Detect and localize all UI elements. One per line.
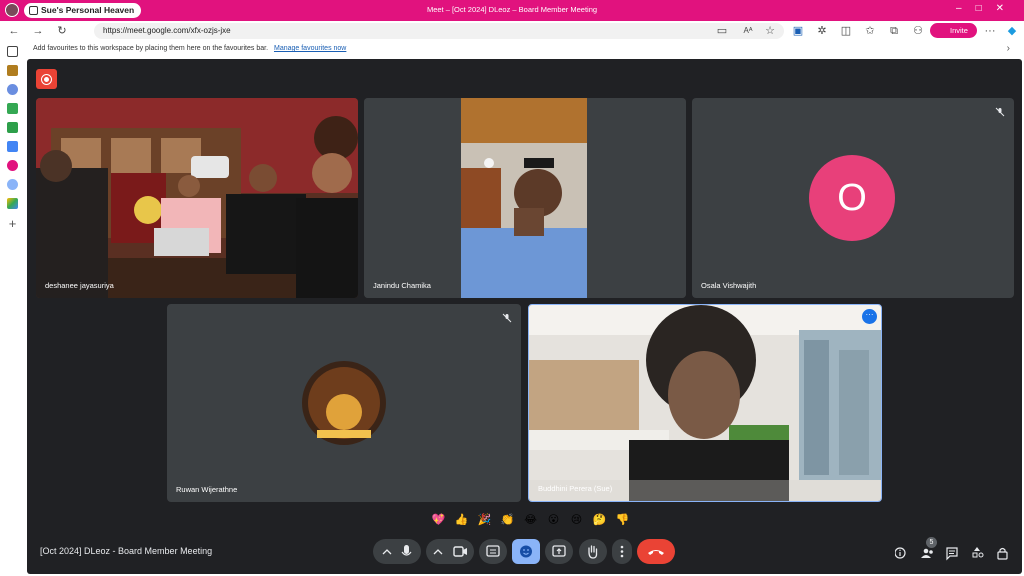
reactions-button[interactable] <box>512 539 540 564</box>
camera-permission-icon[interactable]: ▭ <box>714 23 730 39</box>
manage-favourites-link[interactable]: Manage favourites now <box>274 45 346 52</box>
video-feed <box>364 98 686 298</box>
forward-icon[interactable]: → <box>30 23 46 39</box>
record-app-icon[interactable] <box>7 160 18 171</box>
more-options-icon[interactable]: ··· <box>982 23 998 39</box>
reaction-laugh[interactable]: 😂 <box>519 509 542 531</box>
recording-button[interactable] <box>36 69 57 89</box>
mic-off-icon <box>995 107 1005 117</box>
present-icon <box>552 545 566 557</box>
more-vert-icon <box>620 545 624 558</box>
info-icon[interactable] <box>894 547 906 559</box>
meeting-title: [Oct 2024] DLeoz - Board Member Meeting <box>40 546 213 556</box>
captions-button[interactable] <box>479 539 507 564</box>
reaction-clap[interactable]: 👏 <box>496 509 519 531</box>
reaction-heart[interactable]: 💖 <box>427 509 450 531</box>
participant-tile[interactable]: Ruwan Wijerathne <box>167 304 521 502</box>
app-icon-1[interactable] <box>7 65 18 76</box>
people-icon[interactable] <box>921 548 933 558</box>
reactions-bar: 💖 👍 🎉 👏 😂 😮 😢 🤔 👎 <box>427 509 634 531</box>
participant-name: deshanee jayasuriya <box>45 281 114 290</box>
participant-tile[interactable]: deshanee jayasuriya <box>36 98 358 298</box>
present-screen-button[interactable] <box>545 539 573 564</box>
reaction-surprised[interactable]: 😮 <box>542 509 565 531</box>
leave-call-button[interactable] <box>637 539 675 564</box>
participant-avatar <box>302 361 386 445</box>
back-icon[interactable]: ← <box>6 23 22 39</box>
copilot-icon[interactable]: ◆ <box>1004 23 1020 39</box>
collections-icon[interactable]: ⧉ <box>886 23 902 39</box>
favorite-star-icon[interactable]: ☆ <box>762 23 778 39</box>
hand-icon <box>588 545 598 559</box>
emoji-icon <box>520 545 532 558</box>
side-controls-svg <box>894 547 1008 561</box>
read-aloud-icon[interactable]: Aᴬ <box>740 23 756 39</box>
meet-icon[interactable] <box>7 122 18 133</box>
address-bar[interactable]: https://meet.google.com/xfx-ozjs-jxe <box>94 23 784 39</box>
chat-icon[interactable] <box>946 547 958 561</box>
participant-name: Buddhini Perera (Sue) <box>538 484 613 493</box>
app-icon-2[interactable] <box>7 84 18 95</box>
extension-icon[interactable]: ▣ <box>790 23 806 39</box>
raise-hand-button[interactable] <box>579 539 607 564</box>
invite-button[interactable]: Invite <box>930 23 977 38</box>
participant-name: Osala Vishwajith <box>701 281 757 290</box>
browser-toolbar: ← → ↻ https://meet.google.com/xfx-ozjs-j… <box>0 21 1024 41</box>
meet-window: deshanee jayasuriya Janindu Chamika O Os… <box>27 59 1022 574</box>
reaction-thumbs-up[interactable]: 👍 <box>450 509 473 531</box>
participant-tile-self[interactable]: ··· Buddhini Perera (Sue) <box>528 304 882 502</box>
participant-tile[interactable]: O Osala Vishwajith <box>692 98 1014 298</box>
refresh-icon[interactable]: ↻ <box>54 23 70 39</box>
window-title: Meet – [Oct 2024] DLeoz – Board Member M… <box>426 5 598 14</box>
drive-icon[interactable] <box>7 198 18 209</box>
add-icon[interactable]: + <box>7 217 18 230</box>
reaction-thinking[interactable]: 🤔 <box>588 509 611 531</box>
favourites-bar: Add favourites to this workspace by plac… <box>0 41 1024 58</box>
participant-tile[interactable]: Janindu Chamika <box>364 98 686 298</box>
camera-icon <box>433 546 467 557</box>
mic-icon <box>382 545 412 556</box>
host-controls-icon[interactable] <box>997 547 1008 560</box>
favourites-hint: Add favourites to this workspace by plac… <box>33 45 269 52</box>
window-controls[interactable]: –□✕ <box>956 3 1018 14</box>
avatar-letter: O <box>837 177 867 219</box>
tab-actions-icon[interactable] <box>7 46 18 57</box>
video-feed <box>529 305 881 501</box>
meeting-side-controls: 5 <box>894 537 1015 568</box>
calendar-icon[interactable] <box>7 141 18 152</box>
activities-icon[interactable] <box>972 547 984 558</box>
invite-label: Invite <box>950 26 968 35</box>
reaction-thumbs-down[interactable]: 👎 <box>611 509 634 531</box>
participant-name: Janindu Chamika <box>373 281 431 290</box>
captions-icon <box>486 545 500 557</box>
reaction-party[interactable]: 🎉 <box>473 509 496 531</box>
browser-sidebar: + <box>0 41 24 576</box>
split-screen-icon[interactable]: ◫ <box>838 23 854 39</box>
app-icon-3[interactable] <box>7 179 18 190</box>
browser-title-bar: Sue's Personal Heaven Meet – [Oct 2024] … <box>0 0 1024 21</box>
camera-control[interactable] <box>426 539 474 564</box>
more-options-button[interactable] <box>612 539 632 564</box>
end-call-icon <box>648 550 664 555</box>
reaction-sad[interactable]: 😢 <box>565 509 588 531</box>
more-options-button[interactable]: ··· <box>862 309 877 324</box>
favorites-icon[interactable]: ✩ <box>862 23 878 39</box>
mic-control[interactable] <box>373 539 421 564</box>
participant-name: Ruwan Wijerathne <box>176 485 238 494</box>
sheets-icon[interactable] <box>7 103 18 114</box>
participant-count-badge: 5 <box>926 537 937 548</box>
chevron-right-icon[interactable]: › <box>1007 43 1010 54</box>
url-text: https://meet.google.com/xfx-ozjs-jxe <box>103 26 231 35</box>
workspaces-icon[interactable]: ⚇ <box>910 23 926 39</box>
video-feed <box>36 98 358 298</box>
participant-count: 5 <box>929 539 934 546</box>
extensions-puzzle-icon[interactable]: ✲ <box>814 23 830 39</box>
